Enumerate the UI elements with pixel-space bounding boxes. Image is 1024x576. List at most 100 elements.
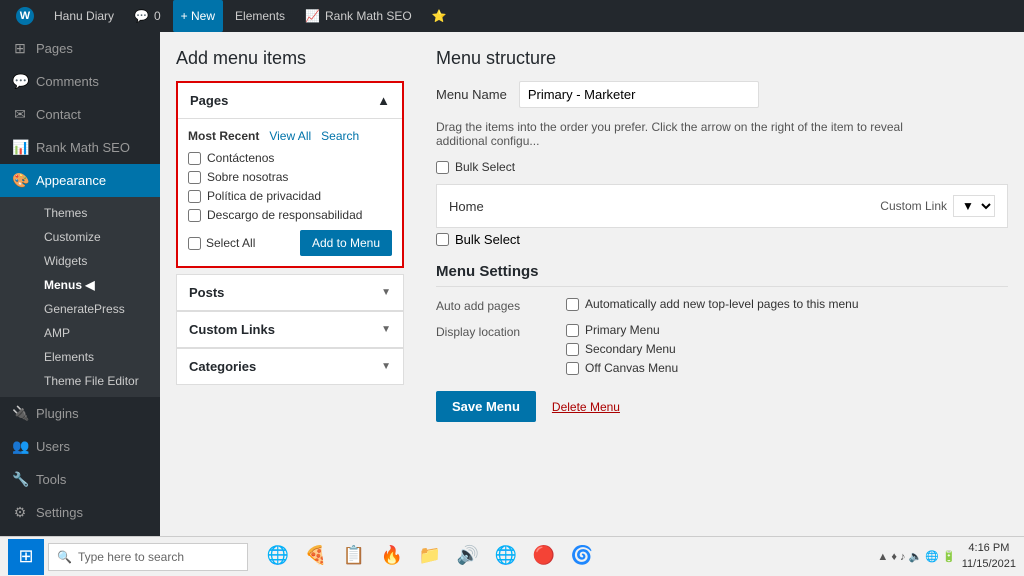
sidebar-sub-amp[interactable]: AMP [36, 321, 160, 345]
rankmath-button[interactable]: 📈 Rank Math SEO [297, 0, 420, 32]
pages-collapse-arrow: ▲ [377, 93, 390, 108]
elements-label: Elements [235, 9, 285, 23]
pages-tab-most-recent[interactable]: Most Recent [188, 129, 259, 143]
sidebar-item-comments[interactable]: 💬 Comments [0, 65, 160, 98]
categories-accordion-header[interactable]: Categories ▼ [177, 348, 403, 384]
taskbar-app-6[interactable]: 🔊 [450, 539, 486, 575]
taskbar-app-7[interactable]: 🌐 [488, 539, 524, 575]
sidebar: ⊞ Pages 💬 Comments ✉ Contact 📊 Rank Math… [0, 32, 160, 536]
sidebar-sub-menus[interactable]: Menus ◀ [36, 273, 160, 297]
sidebar-sub-generatepress[interactable]: GeneratePress [36, 297, 160, 321]
sidebar-label-contact: Contact [36, 107, 81, 122]
bulk-select-label-1: Bulk Select [455, 160, 515, 174]
page-item-sobre[interactable]: Sobre nosotras [188, 170, 392, 184]
menu-name-row: Menu Name [436, 81, 1008, 108]
page-checkbox-contactenos[interactable] [188, 152, 201, 165]
sidebar-item-settings[interactable]: ⚙ Settings [0, 496, 160, 529]
select-all-label[interactable]: Select All [188, 236, 255, 250]
auto-add-checkbox[interactable] [566, 298, 579, 311]
select-all-checkbox[interactable] [188, 237, 201, 250]
pages-accordion-content: Most Recent View All Search Contáctenos … [178, 118, 402, 266]
sidebar-label-settings: Settings [36, 505, 83, 520]
sidebar-item-rankmath[interactable]: 📊 Rank Math SEO [0, 131, 160, 164]
system-tray: ▲ ♦ ♪ 🔈 🌐 🔋 [877, 550, 955, 563]
page-checkbox-politica[interactable] [188, 190, 201, 203]
pages-accordion-header[interactable]: Pages ▲ [178, 83, 402, 118]
menu-settings-title: Menu Settings [436, 263, 1008, 287]
drag-hint: Drag the items into the order you prefer… [436, 120, 936, 148]
sidebar-sub-themes[interactable]: Themes [36, 201, 160, 225]
pages-tab-view-all[interactable]: View All [269, 129, 311, 143]
taskbar-app-2[interactable]: 🍕 [298, 539, 334, 575]
tools-icon: 🔧 [12, 471, 28, 488]
menu-structure-panel: Menu structure Menu Name Drag the items … [420, 32, 1024, 536]
site-name-button[interactable]: Hanu Diary [46, 0, 122, 32]
pages-tab-search[interactable]: Search [321, 129, 359, 143]
elements-button[interactable]: Elements [227, 0, 293, 32]
taskbar-app-9[interactable]: 🌀 [564, 539, 600, 575]
taskbar-app-4[interactable]: 🔥 [374, 539, 410, 575]
starred-button[interactable]: ⭐ [424, 0, 455, 32]
location-secondary[interactable]: Secondary Menu [566, 342, 678, 356]
custom-links-arrow: ▼ [381, 324, 391, 335]
page-checkbox-sobre[interactable] [188, 171, 201, 184]
custom-links-accordion-header[interactable]: Custom Links ▼ [177, 311, 403, 347]
auto-add-option-text: Automatically add new top-level pages to… [585, 297, 859, 311]
sidebar-item-contact[interactable]: ✉ Contact [0, 98, 160, 131]
posts-accordion-header[interactable]: Posts ▼ [177, 274, 403, 310]
menu-item-type-select[interactable]: ▼ [953, 195, 995, 217]
taskbar-app-3[interactable]: 📋 [336, 539, 372, 575]
location-options: Primary Menu Secondary Menu Off Canvas M… [566, 323, 678, 375]
location-offcanvas-checkbox[interactable] [566, 362, 579, 375]
location-secondary-label: Secondary Menu [585, 342, 676, 356]
taskbar-app-1[interactable]: 🌐 [260, 539, 296, 575]
pages-checkbox-list: Contáctenos Sobre nosotras Política de p… [188, 151, 392, 222]
sidebar-item-pages[interactable]: ⊞ Pages [0, 32, 160, 65]
sidebar-item-users[interactable]: 👥 Users [0, 430, 160, 463]
save-menu-button[interactable]: Save Menu [436, 391, 536, 422]
location-primary[interactable]: Primary Menu [566, 323, 678, 337]
comment-icon: 💬 [134, 9, 149, 23]
bulk-select-row-2: Bulk Select [436, 232, 1008, 247]
location-offcanvas[interactable]: Off Canvas Menu [566, 361, 678, 375]
menu-structure-title: Menu structure [436, 48, 1008, 69]
start-button[interactable]: ⊞ [8, 539, 44, 575]
comments-button[interactable]: 💬 0 [126, 0, 169, 32]
sidebar-sub-elements[interactable]: Elements [36, 345, 160, 369]
sidebar-sub-theme-file-editor[interactable]: Theme File Editor [36, 369, 160, 393]
page-label-politica: Política de privacidad [207, 189, 321, 203]
page-item-descargo[interactable]: Descargo de responsabilidad [188, 208, 392, 222]
sidebar-item-appearance[interactable]: 🎨 Appearance [0, 164, 160, 197]
sidebar-sub-widgets[interactable]: Widgets [36, 249, 160, 273]
taskbar-app-5[interactable]: 📁 [412, 539, 448, 575]
rankmath-icon: 📈 [305, 9, 320, 23]
delete-menu-link[interactable]: Delete Menu [552, 400, 620, 414]
sidebar-item-plugins[interactable]: 🔌 Plugins [0, 397, 160, 430]
star-icon: ⭐ [432, 9, 447, 23]
menu-item-type-label: Custom Link [880, 199, 947, 213]
auto-add-option[interactable]: Automatically add new top-level pages to… [566, 297, 859, 311]
page-checkbox-descargo[interactable] [188, 209, 201, 222]
bulk-select-checkbox-1[interactable] [436, 161, 449, 174]
page-item-politica[interactable]: Política de privacidad [188, 189, 392, 203]
location-secondary-checkbox[interactable] [566, 343, 579, 356]
menu-name-input[interactable] [519, 81, 759, 108]
admin-bar: W Hanu Diary 💬 0 + New Elements 📈 Rank M… [0, 0, 1024, 32]
bulk-select-checkbox-2[interactable] [436, 233, 449, 246]
page-label-contactenos: Contáctenos [207, 151, 274, 165]
page-item-contactenos[interactable]: Contáctenos [188, 151, 392, 165]
plugins-icon: 🔌 [12, 405, 28, 422]
add-menu-title: Add menu items [176, 48, 404, 69]
sidebar-item-tools[interactable]: 🔧 Tools [0, 463, 160, 496]
comment-count: 0 [154, 9, 161, 23]
taskbar-app-8[interactable]: 🔴 [526, 539, 562, 575]
users-icon: 👥 [12, 438, 28, 455]
sidebar-sub-customize[interactable]: Customize [36, 225, 160, 249]
sidebar-label-tools: Tools [36, 472, 66, 487]
menu-item-type: Custom Link ▼ [880, 195, 995, 217]
wp-logo-button[interactable]: W [8, 0, 42, 32]
sidebar-label-comments: Comments [36, 74, 99, 89]
new-content-button[interactable]: + New [173, 0, 223, 32]
location-primary-checkbox[interactable] [566, 324, 579, 337]
add-to-menu-button[interactable]: Add to Menu [300, 230, 392, 256]
